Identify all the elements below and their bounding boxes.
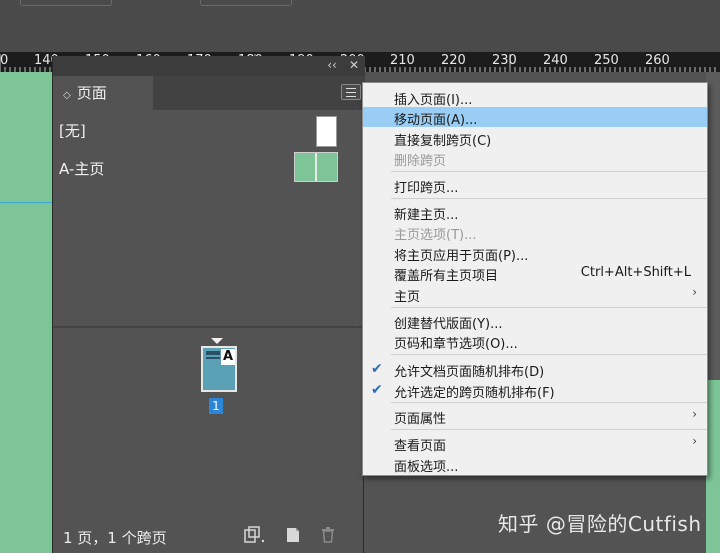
menu-item-override-master-items[interactable]: 覆盖所有主页项目 Ctrl+Alt+Shift+L (363, 263, 707, 284)
watermark: 知乎 @冒险的Cutfish (498, 512, 702, 536)
scrollbar[interactable] (706, 72, 720, 380)
master-name: [无] (59, 122, 86, 140)
menu-item-insert-pages[interactable]: 插入页面(I)... (363, 87, 707, 108)
panel-footer: 1 页，1 个跨页 (53, 518, 365, 553)
menu-item-duplicate-spread[interactable]: 直接复制跨页(C) (363, 128, 707, 149)
ruler-label: 250 (594, 53, 619, 68)
menu-item-create-alternate-layout[interactable]: 创建替代版面(Y)... (363, 311, 707, 332)
master-item-a[interactable]: A-主页 (53, 152, 365, 192)
menu-item-move-pages[interactable]: 移动页面(A)... (363, 107, 707, 128)
menu-line (346, 88, 356, 89)
page-number: 1 (209, 398, 223, 414)
document-canvas-edge (706, 380, 720, 553)
new-page-icon[interactable] (284, 526, 302, 548)
menu-item-print-spread[interactable]: 打印跨页... (363, 175, 707, 196)
checkmark-icon: ✔ (371, 361, 383, 377)
panel-header: ‹‹ ✕ (53, 56, 365, 76)
close-icon[interactable]: ✕ (345, 58, 363, 72)
guide-line (0, 202, 52, 203)
page-count-status: 1 页，1 个跨页 (63, 529, 167, 547)
menu-item-panel-options[interactable]: 面板选项... (363, 454, 707, 475)
menu-separator (391, 307, 707, 308)
menu-separator (391, 429, 707, 430)
page-body[interactable]: A (201, 346, 237, 392)
menu-item-delete-spread[interactable]: 删除跨页 (363, 148, 707, 169)
page-content-bar (206, 357, 220, 359)
ruler-label: 230 (492, 53, 517, 68)
master-item-none[interactable]: [无] (53, 114, 365, 154)
app-toolbar (0, 0, 720, 52)
submenu-arrow-icon: › (692, 285, 697, 299)
document-canvas[interactable] (0, 72, 52, 553)
menu-item-page-attributes[interactable]: 页面属性 › (363, 406, 707, 427)
menu-item-view-pages[interactable]: 查看页面 › (363, 433, 707, 454)
menu-separator (391, 198, 707, 199)
menu-item-allow-selected-spread-shuffle[interactable]: ✔ 允许选定的跨页随机排布(F) (363, 380, 707, 401)
page-size-icon[interactable] (243, 526, 267, 548)
page-content-bar (206, 351, 220, 355)
spread-marker-icon (211, 338, 223, 344)
ruler-label: 240 (543, 53, 568, 68)
menu-separator (391, 171, 707, 172)
master-name: A-主页 (59, 160, 105, 178)
panel-tab-row: ◇ 页面 (53, 76, 365, 110)
checkmark-icon: ✔ (371, 382, 383, 398)
menu-item-numbering-section-options[interactable]: 页码和章节选项(O)... (363, 331, 707, 352)
trash-icon[interactable] (319, 526, 337, 548)
menu-item-allow-document-pages-shuffle[interactable]: ✔ 允许文档页面随机排布(D) (363, 359, 707, 380)
toolbar-control[interactable] (20, 0, 112, 6)
submenu-arrow-icon: › (692, 434, 697, 448)
collapse-icon[interactable]: ‹‹ (323, 58, 341, 72)
tab-label: 页面 (76, 84, 107, 102)
panel-splitter[interactable] (53, 326, 365, 328)
spread-divider (315, 153, 317, 181)
menu-separator (391, 354, 707, 355)
menu-line (346, 96, 356, 97)
menu-item-master-options[interactable]: 主页选项(T)... (363, 222, 707, 243)
ruler-label: 0 (0, 53, 9, 68)
master-letter: A (221, 349, 235, 365)
tab-expand-icon: ◇ (63, 90, 71, 101)
menu-line (346, 92, 356, 93)
ruler-label: 210 (390, 53, 415, 68)
master-thumbnail[interactable] (294, 152, 338, 182)
menu-item-new-master[interactable]: 新建主页... (363, 202, 707, 223)
ruler-label: 220 (441, 53, 466, 68)
menu-separator (391, 402, 707, 403)
menu-item-apply-master[interactable]: 将主页应用于页面(P)... (363, 243, 707, 264)
submenu-arrow-icon: › (692, 407, 697, 421)
toolbar-control[interactable] (200, 0, 292, 6)
tab-pages[interactable]: ◇ 页面 (53, 76, 153, 110)
menu-item-masters-submenu[interactable]: 主页 › (363, 284, 707, 305)
panel-context-menu: 插入页面(I)... 移动页面(A)... 直接复制跨页(C) 删除跨页 打印跨… (362, 82, 708, 476)
panel-menu-button[interactable] (341, 84, 361, 100)
pages-panel: ‹‹ ✕ ◇ 页面 [无] A-主页 A 1 1 页，1 个跨页 (52, 56, 365, 553)
ruler-label: 260 (645, 53, 670, 68)
shortcut-label: Ctrl+Alt+Shift+L (580, 265, 691, 280)
master-thumbnail[interactable] (316, 116, 337, 147)
